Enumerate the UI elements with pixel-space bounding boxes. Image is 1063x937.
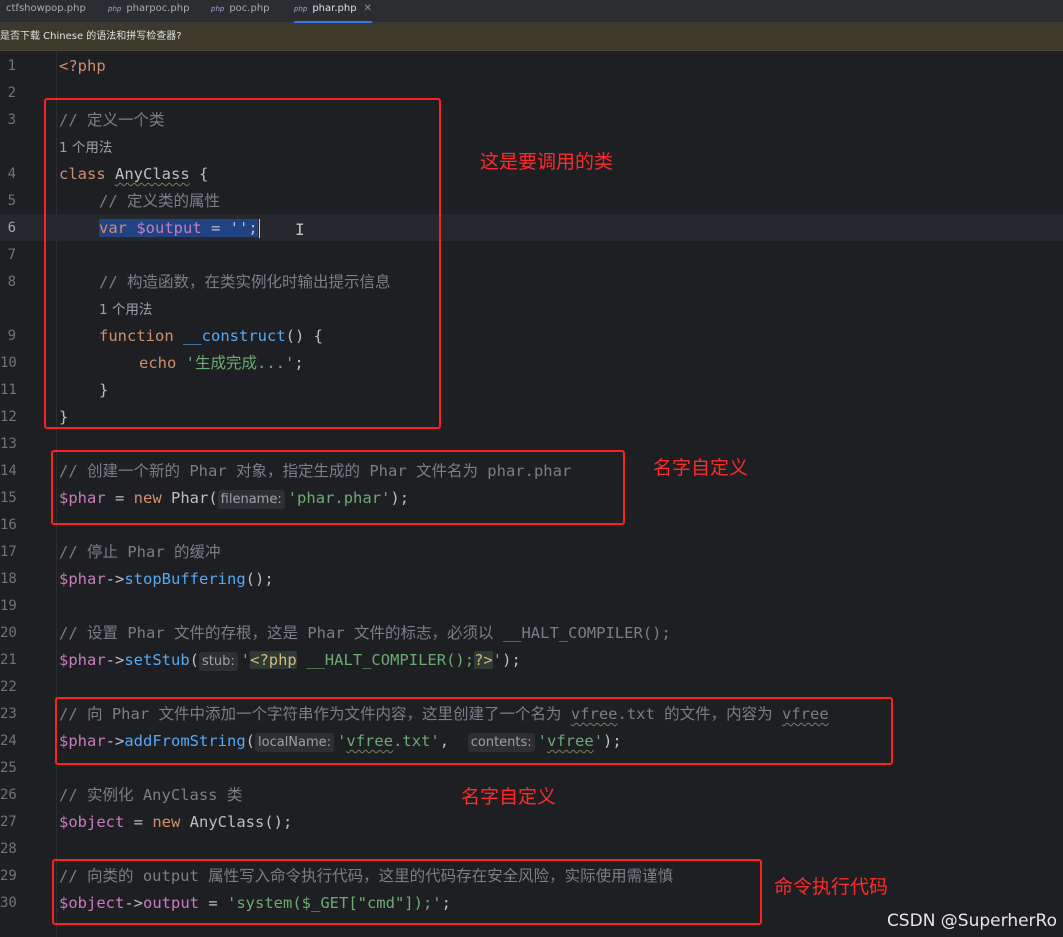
line-number: 25 — [0, 760, 17, 776]
line-number: 3 — [7, 112, 16, 128]
code-text: (); — [245, 570, 274, 588]
comment: // 实例化 AnyClass 类 — [59, 786, 243, 804]
code-line[interactable]: $phar->setStub(stub: '<?php __HALT_COMPIL… — [59, 647, 521, 674]
line-number: 30 — [0, 895, 17, 911]
line-number: 4 — [7, 166, 16, 182]
annotation-class-note: 这是要调用的类 — [480, 151, 614, 173]
line-number: 28 — [0, 841, 17, 857]
annotation-box-class — [44, 98, 441, 429]
tab-pharpoc[interactable]: php pharpoc.php — [108, 0, 189, 23]
line-number: 6 — [7, 220, 16, 236]
code-text: = — [124, 813, 153, 831]
line-number: 18 — [0, 571, 17, 587]
annotation-name-note: 名字自定义 — [653, 457, 749, 479]
line-number: 2 — [7, 85, 16, 101]
notification-text: 是否下载 Chinese 的语法和拼写检查器? — [0, 31, 182, 42]
line-number: 16 — [0, 517, 17, 533]
code-text: -> — [105, 651, 125, 669]
tab-label: ctfshowpop.php — [6, 3, 86, 14]
code-line[interactable]: // 停止 Phar 的缓冲 — [59, 539, 221, 566]
code-text: -> — [105, 570, 125, 588]
annotation-box-phar-name — [51, 450, 625, 525]
line-number: 26 — [0, 787, 17, 803]
parameter-hint: stub: — [199, 652, 238, 671]
code-line[interactable]: $object = new AnyClass(); — [59, 809, 292, 836]
string: ' — [492, 651, 503, 669]
line-number: 23 — [0, 706, 17, 722]
php-file-icon: php — [294, 5, 308, 13]
tab-ctfshowpop[interactable]: ctfshowpop.php — [6, 0, 86, 23]
variable: $phar — [59, 570, 106, 588]
code-text: (); — [264, 813, 293, 831]
comment: // 停止 Phar 的缓冲 — [59, 543, 221, 561]
spellcheck-notification: 是否下载 Chinese 的语法和拼写检查器? — [0, 23, 1063, 51]
annotation-box-command — [52, 859, 762, 925]
string: __HALT_COMPILER(); — [296, 651, 475, 669]
line-number: 29 — [0, 868, 17, 884]
line-number: 21 — [0, 652, 17, 668]
line-number: 20 — [0, 625, 17, 641]
class-name: AnyClass — [189, 813, 265, 831]
line-number: 12 — [0, 409, 17, 425]
string: ' — [240, 651, 251, 669]
line-number: 14 — [0, 463, 17, 479]
line-number: 5 — [7, 193, 16, 209]
keyword: new — [152, 813, 190, 831]
method-name: stopBuffering — [124, 570, 246, 588]
comment: // 设置 Phar 文件的存根，这是 Phar 文件的标志，必须以 __HAL… — [59, 624, 671, 642]
line-number: 10 — [0, 355, 17, 371]
watermark: CSDN @SuperherRo — [886, 911, 1057, 931]
line-number: 11 — [0, 382, 17, 398]
line-number: 8 — [7, 274, 16, 290]
php-tag: ?> — [474, 651, 493, 669]
code-line[interactable]: // 设置 Phar 文件的存根，这是 Phar 文件的标志，必须以 __HAL… — [59, 620, 671, 647]
code-line[interactable]: <?php — [59, 53, 106, 80]
close-icon[interactable]: ✕ — [364, 3, 372, 14]
php-open-tag: <?php — [59, 57, 106, 75]
code-text: ( — [189, 651, 200, 669]
line-number: 24 — [0, 733, 17, 749]
tab-poc[interactable]: php poc.php — [211, 0, 270, 23]
line-number: 17 — [0, 544, 17, 560]
line-number: 9 — [7, 328, 16, 344]
annotation-command-note: 命令执行代码 — [774, 876, 889, 898]
annotation-name-note: 名字自定义 — [461, 786, 557, 808]
line-number: 15 — [0, 490, 17, 506]
code-text: ); — [502, 651, 521, 669]
annotation-box-file-name — [55, 697, 893, 765]
line-number: 13 — [0, 436, 17, 452]
method-name: setStub — [124, 651, 190, 669]
php-tag: <?php — [250, 651, 297, 669]
line-number: 27 — [0, 814, 17, 830]
code-line[interactable]: // 实例化 AnyClass 类 — [59, 782, 242, 809]
line-number: 19 — [0, 598, 17, 614]
variable: $object — [59, 813, 125, 831]
php-file-icon: php — [211, 5, 225, 13]
tab-label: poc.php — [229, 3, 270, 14]
editor-tab-bar: ctfshowpop.php php pharpoc.php php poc.php… — [0, 0, 1063, 23]
php-file-icon: php — [108, 5, 122, 13]
tab-phar[interactable]: php phar.php ✕ — [294, 0, 372, 23]
line-number: 1 — [7, 58, 16, 74]
tab-label: pharpoc.php — [126, 3, 190, 14]
variable: $phar — [59, 651, 106, 669]
code-line[interactable]: $phar->stopBuffering(); — [59, 566, 274, 593]
line-number: 7 — [7, 247, 16, 263]
line-number: 22 — [0, 679, 17, 695]
tab-label: phar.php — [312, 3, 357, 14]
